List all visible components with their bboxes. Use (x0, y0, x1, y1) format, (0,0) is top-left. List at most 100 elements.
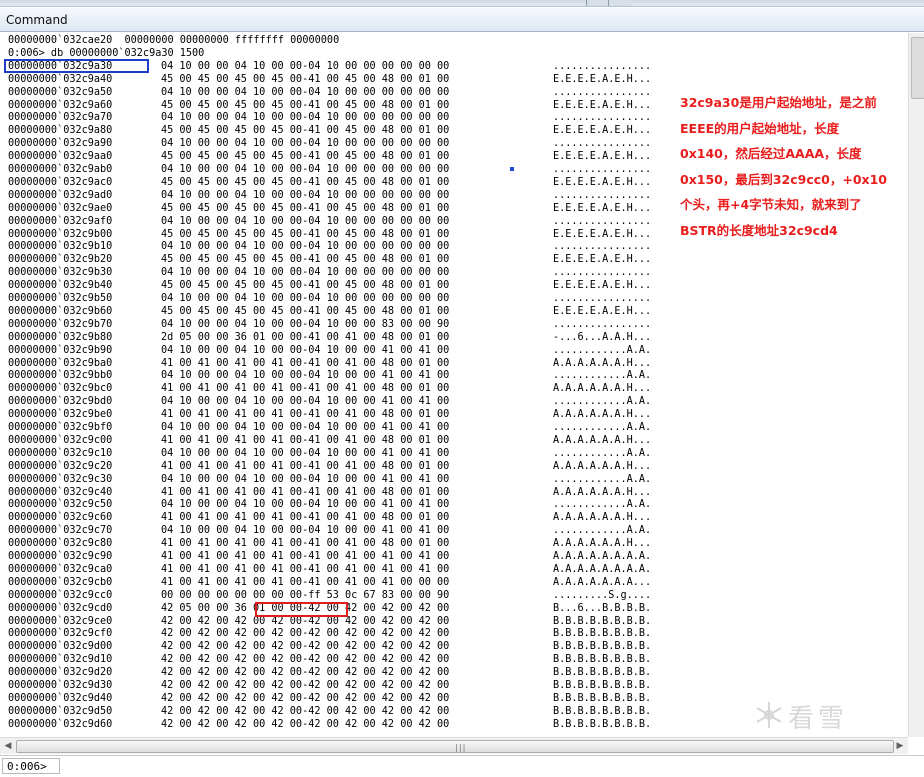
memory-address: 00000000`032c9bd0 (8, 396, 113, 408)
vertical-scrollbar[interactable] (908, 33, 924, 737)
memory-address: 00000000`032c9ae0 (8, 202, 113, 214)
memory-ascii: E.E.E.E.A.E.H... (553, 151, 652, 163)
command-bar: 0:006> (0, 755, 924, 777)
window-button-close[interactable] (608, 0, 631, 6)
memory-address: 00000000`032c9c60 (8, 512, 113, 524)
memory-address: 00000000`032c9bb0 (8, 370, 113, 382)
memory-ascii: ................ (553, 138, 652, 150)
memory-ascii: E.E.E.E.A.E.H... (553, 73, 652, 85)
memory-ascii: ................ (553, 86, 652, 98)
memory-ascii: ............A.A. (553, 422, 652, 433)
output-header-text: 0:006> db 00000000`032c9a30 1500 (8, 47, 205, 59)
memory-ascii: B.B.B.B.B.B.B.B. (553, 680, 652, 691)
memory-address: 00000000`032c9b10 (8, 241, 113, 253)
memory-address: 00000000`032c9a90 (8, 138, 113, 150)
snowflake-icon (756, 702, 782, 728)
memory-address: 00000000`032c9b00 (8, 228, 113, 240)
memory-address: 00000000`032c9c10 (8, 447, 113, 459)
memory-ascii: ................ (553, 318, 652, 330)
memory-ascii: B.B.B.B.B.B.B.B. (553, 705, 652, 717)
memory-ascii: ............A.A. (553, 370, 652, 382)
vertical-scroll-thumb[interactable] (911, 37, 924, 99)
scroll-right-arrow-icon[interactable]: ▶ (893, 739, 907, 753)
annotation-line: 0x150，最后到32c9cc0，+0x10 (680, 171, 888, 187)
memory-address: 00000000`032c9c20 (8, 460, 113, 472)
annotation-line: EEEE的用户起始地址，长度 (680, 120, 840, 136)
memory-ascii: A.A.A.A.A.A.H... (553, 357, 652, 369)
memory-ascii: ................ (553, 60, 652, 72)
memory-address: 00000000`032c9c90 (8, 551, 113, 562)
memory-hex-bytes: 04 10 00 00 04 10 00 00-04 10 00 00 41 0… (161, 370, 450, 382)
memory-hex-bytes: 41 00 41 00 41 00 41 00-41 00 41 00 48 0… (161, 538, 450, 550)
memory-address: 00000000`032c9c70 (8, 525, 113, 537)
horizontal-scrollbar[interactable]: ◀ ||| ▶ (0, 737, 908, 754)
memory-address: 00000000`032c9c50 (8, 499, 113, 511)
memory-ascii: E.E.E.E.A.E.H... (553, 254, 652, 266)
memory-hex-bytes: 41 00 41 00 41 00 41 00-41 00 41 00 41 0… (161, 576, 450, 588)
memory-address: 00000000`032c9b80 (8, 331, 113, 343)
memory-address: 00000000`032c9a40 (8, 73, 113, 85)
horizontal-scroll-thumb[interactable]: ||| (16, 740, 894, 753)
memory-hex-bytes: 04 10 00 00 04 10 00 00-04 10 00 00 00 0… (161, 189, 450, 201)
memory-address: 00000000`032c9b70 (8, 318, 113, 330)
memory-hex-bytes: 45 00 45 00 45 00 45 00-41 00 45 00 48 0… (161, 305, 450, 317)
memory-address: 00000000`032c9aa0 (8, 151, 113, 163)
memory-hex-bytes: 04 10 00 00 04 10 00 00-04 10 00 00 41 0… (161, 473, 450, 485)
memory-address: 00000000`032c9b30 (8, 267, 113, 279)
memory-address: 00000000`032c9d20 (8, 667, 113, 679)
output-header-text: 00000000`032cae20 00000000 00000000 ffff… (8, 35, 340, 46)
memory-ascii: E.E.E.E.A.E.H... (553, 202, 652, 214)
memory-address: 00000000`032c9ce0 (8, 615, 113, 627)
scroll-left-arrow-icon[interactable]: ◀ (1, 739, 15, 753)
memory-ascii: A.A.A.A.A.A.H... (553, 486, 652, 498)
memory-ascii: ................ (553, 293, 652, 304)
bstr-length-highlight (255, 602, 348, 617)
memory-ascii: A.A.A.A.A.A.A... (553, 576, 652, 588)
memory-address: 00000000`032c9be0 (8, 409, 113, 421)
memory-ascii: -...6...A.A.H... (553, 331, 652, 343)
memory-address: 00000000`032c9cc0 (8, 589, 113, 601)
memory-hex-bytes: 04 10 00 00 04 10 00 00-04 10 00 00 00 0… (161, 60, 450, 72)
memory-ascii: .........S.g.... (553, 589, 652, 601)
memory-ascii: E.E.E.E.A.E.H... (553, 125, 652, 137)
memory-address: 00000000`032c9ac0 (8, 176, 113, 188)
memory-hex-bytes: 41 00 41 00 41 00 41 00-41 00 41 00 48 0… (161, 383, 450, 395)
memory-address: 00000000`032c9ca0 (8, 563, 113, 575)
memory-ascii: B.B.B.B.B.B.B.B. (553, 718, 652, 730)
memory-ascii: A.A.A.A.A.A.H... (553, 383, 652, 395)
memory-ascii: ................ (553, 241, 652, 253)
memory-ascii: ................ (553, 189, 652, 201)
window-button-restore[interactable] (586, 0, 609, 6)
watermark-text: 看雪 (788, 704, 849, 734)
user-start-address-highlight (4, 59, 149, 73)
annotation-line: 个头，再+4字节未知，就来到了 (680, 197, 862, 212)
memory-address: 00000000`032c9cf0 (8, 628, 113, 640)
memory-hex-bytes: 04 10 00 00 04 10 00 00-04 10 00 00 00 0… (161, 267, 450, 279)
memory-hex-bytes: 04 10 00 00 04 10 00 00-04 10 00 00 00 0… (161, 215, 450, 227)
memory-address: 00000000`032c9a70 (8, 112, 113, 124)
memory-ascii: A.A.A.A.A.A.H... (553, 434, 652, 446)
memory-ascii: A.A.A.A.A.A.H... (553, 538, 652, 550)
memory-hex-bytes: 04 10 00 00 04 10 00 00-04 10 00 00 00 0… (161, 112, 450, 124)
memory-ascii: E.E.E.E.A.E.H... (553, 280, 652, 292)
memory-ascii: A.A.A.A.A.A.A.A. (553, 551, 652, 562)
memory-hex-bytes: 45 00 45 00 45 00 45 00-41 00 45 00 48 0… (161, 125, 450, 137)
memory-address: 00000000`032c9af0 (8, 215, 113, 227)
memory-hex-bytes: 04 10 00 00 04 10 00 00-04 10 00 00 41 0… (161, 499, 450, 511)
memory-ascii: E.E.E.E.A.E.H... (553, 99, 652, 111)
memory-ascii: E.E.E.E.A.E.H... (553, 176, 652, 188)
command-input[interactable] (62, 758, 920, 774)
memory-ascii: ............A.A. (553, 447, 652, 459)
memory-hex-bytes: 45 00 45 00 45 00 45 00-41 00 45 00 48 0… (161, 151, 450, 163)
memory-address: 00000000`032c9cd0 (8, 602, 113, 614)
memory-hex-bytes: 45 00 45 00 45 00 45 00-41 00 45 00 48 0… (161, 73, 450, 85)
memory-address: 00000000`032c9ad0 (8, 189, 113, 201)
memory-hex-bytes: 04 10 00 00 04 10 00 00-04 10 00 00 00 0… (161, 241, 450, 253)
memory-hex-bytes: 45 00 45 00 45 00 45 00-41 00 45 00 48 0… (161, 99, 450, 111)
memory-hex-bytes: 41 00 41 00 41 00 41 00-41 00 41 00 48 0… (161, 409, 450, 421)
memory-address: 00000000`032c9bc0 (8, 383, 113, 395)
memory-ascii: ............A.A. (553, 499, 652, 511)
memory-hex-bytes: 41 00 41 00 41 00 41 00-41 00 41 00 48 0… (161, 434, 450, 446)
memory-ascii: ............A.A. (553, 396, 652, 408)
memory-ascii: ................ (553, 215, 652, 227)
